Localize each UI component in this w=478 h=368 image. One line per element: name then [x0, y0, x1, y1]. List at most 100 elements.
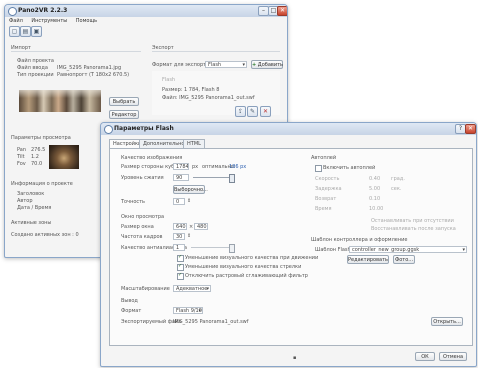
sharpness-spinner-icon[interactable]: ⇕: [187, 198, 191, 204]
export-format-select[interactable]: Flash ▾: [205, 61, 247, 68]
window-size-x-icon: ×: [189, 224, 194, 230]
autoplay-return-label: Возврат: [315, 196, 337, 202]
close-button[interactable]: ✕: [277, 6, 287, 16]
panorama-thumbnail: [19, 90, 101, 112]
compression-slider[interactable]: [193, 177, 233, 178]
sharpness-input[interactable]: 0: [173, 198, 185, 205]
option-reduce-quality-motion-checkbox[interactable]: [177, 254, 184, 262]
aa-slider[interactable]: [191, 247, 231, 248]
export-format-label: Формат для экспорта: [152, 62, 210, 68]
delete-output-icon[interactable]: ✕: [260, 106, 271, 117]
dialog-close-button[interactable]: ✕: [465, 124, 476, 134]
autoplay-return-value: 0.10: [369, 196, 381, 202]
fps-spinner-icon[interactable]: ⇕: [187, 233, 191, 239]
pan-value: 276.5: [31, 147, 46, 153]
sharpness-label: Точность: [121, 199, 146, 205]
option-reduce-quality-motion-label: Уменьшение визуального качества при движ…: [185, 255, 319, 261]
plus-icon: +: [252, 62, 257, 68]
skin-chevron-down-icon: ▾: [462, 247, 465, 253]
fps-input[interactable]: 30: [173, 233, 185, 240]
cube-size-input[interactable]: 1784: [173, 163, 189, 170]
add-output-button[interactable]: + Добавить: [251, 60, 283, 69]
editor-button[interactable]: Редактор: [109, 110, 139, 119]
output-file-value: IMG_5295 Panorama1_out.swf: [173, 319, 249, 325]
open-project-icon[interactable]: ▤: [20, 26, 31, 37]
project-file-label: Файл проекта: [17, 58, 54, 64]
skin-heading: Шаблон контроллера и оформление: [311, 237, 408, 243]
window-height-input[interactable]: 480: [194, 223, 208, 230]
output-item-size: Размер: 1 784, Flash 8: [162, 87, 220, 93]
pan-label: Pan: [17, 147, 27, 153]
view-preview-thumbnail: [49, 145, 79, 169]
main-titlebar: Pano2VR 2.2.3 – □ ✕: [5, 5, 287, 17]
tab-html[interactable]: HTML: [183, 139, 205, 148]
projection-type-label: Тип проекции: [17, 72, 54, 78]
aa-input[interactable]: 1: [173, 244, 185, 251]
autoplay-delay-unit: сек.: [391, 186, 402, 192]
option-disable-smoothing-label: Отключить растровый сглаживающий фильтр: [185, 273, 308, 279]
autoplay-speed-label: Скорость: [315, 176, 340, 182]
autoplay-time-value: 10.00: [369, 206, 384, 212]
main-window-title: Pano2VR 2.2.3: [18, 7, 68, 14]
menu-item-file[interactable]: Файл: [9, 18, 23, 24]
menu-item-tools[interactable]: Инструменты: [31, 18, 67, 24]
tab-advanced[interactable]: Дополнительно: [139, 139, 189, 148]
option-reduce-quality-arrow-label: Уменьшение визуального качества стрелки: [185, 264, 302, 270]
project-info-author: Автор: [17, 198, 33, 204]
window-width-input[interactable]: 640: [173, 223, 187, 230]
output-divider: [152, 51, 280, 52]
resize-grip-icon: ▪: [293, 355, 297, 361]
edit-output-icon[interactable]: ✎: [247, 106, 258, 117]
window-size-label: Размер окна: [121, 224, 154, 230]
skin-value: controller_new_group.ggsk: [352, 247, 420, 253]
autoplay-restore-option: Восстанавливать после запуска: [371, 226, 456, 232]
project-info-heading: Информация о проекте: [11, 181, 73, 187]
output-item-file: Файл: IMG_5295 Panorama1_out.swf: [162, 95, 255, 101]
project-info-date: Дата / Время: [17, 205, 52, 211]
export-output-icon[interactable]: ⇪: [235, 106, 246, 117]
scaling-select[interactable]: Адекватное ▾: [173, 285, 211, 292]
tilt-value: 1.2: [31, 154, 39, 160]
ok-button[interactable]: ОК: [415, 352, 435, 361]
new-project-icon[interactable]: ▢: [9, 26, 20, 37]
skin-browse-button[interactable]: Фото...: [393, 255, 415, 264]
menu-item-help[interactable]: Помощь: [76, 18, 97, 24]
compression-slider-thumb[interactable]: [229, 174, 235, 183]
cancel-button[interactable]: Отмена: [439, 352, 467, 361]
viewing-params-heading: Параметры просмотра: [11, 135, 71, 141]
autoplay-stop-option: Останавливать при отсутствии: [371, 218, 454, 224]
fps-label: Частота кадров: [121, 234, 163, 240]
skin-edit-button[interactable]: Редактировать: [347, 255, 389, 264]
compression-input[interactable]: 90: [173, 174, 189, 181]
add-output-label: Добавить: [257, 62, 283, 68]
active-zones-heading: Активные зоны: [11, 220, 52, 226]
project-info-title: Заголовок: [17, 191, 45, 197]
save-project-icon[interactable]: ▣: [31, 26, 42, 37]
flash-titlebar: Параметры Flash ? ✕: [101, 123, 476, 135]
aa-slider-thumb[interactable]: [229, 244, 235, 253]
projection-type-value: Равнопрогт (T 180x2 670.5): [57, 72, 130, 78]
scaling-value: Адекватное: [176, 286, 208, 292]
option-reduce-quality-arrow-checkbox[interactable]: [177, 263, 184, 271]
flash-dialog: Параметры Flash ? ✕ Настройки Дополнител…: [100, 122, 477, 367]
format-chevron-down-icon: ▾: [198, 308, 201, 314]
autoplay-time-label: Время: [315, 206, 332, 212]
input-divider: [11, 51, 141, 52]
autoplay-speed-value: 0.40: [369, 176, 381, 182]
fov-value: 70.0: [31, 161, 43, 167]
skin-select[interactable]: controller_new_group.ggsk ▾: [349, 246, 467, 253]
app-logo-icon: [8, 7, 17, 16]
output-section-heading: Вывод: [121, 298, 138, 304]
flash-dialog-title: Параметры Flash: [114, 125, 174, 132]
window-heading: Окно просмотра: [121, 214, 165, 220]
option-disable-smoothing-checkbox[interactable]: [177, 272, 184, 280]
selection-button[interactable]: Выборочно...: [173, 185, 208, 194]
scaling-label: Масштабирование: [121, 286, 170, 292]
select-input-button[interactable]: Выбрать: [109, 97, 139, 106]
open-output-button[interactable]: Открыть...: [431, 317, 463, 326]
export-format-value: Flash: [208, 62, 222, 68]
chevron-down-icon: ▾: [242, 62, 245, 68]
format-select[interactable]: Flash 9/10 ▾: [173, 307, 203, 314]
autoplay-enable-checkbox[interactable]: [315, 165, 322, 172]
autoplay-delay-value: 5.00: [369, 186, 381, 192]
